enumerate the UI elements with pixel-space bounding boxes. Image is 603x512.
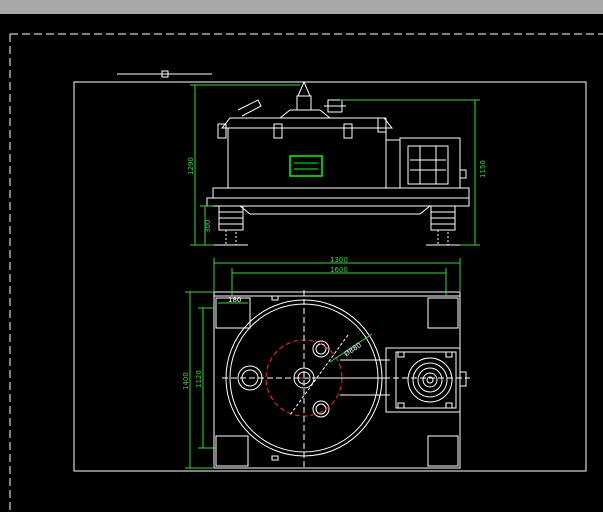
dim-width-outer: 1300 [330,256,348,264]
front-view [206,80,470,246]
dim-side-height: 1150 [479,160,487,178]
dim-radius: Ø880 [343,341,363,358]
dim-base-height: 300 [204,220,212,233]
plan-view [213,291,467,469]
nameplate-icon [289,155,323,177]
dim-overall-height: 1290 [187,157,195,175]
dim-height-inner: 1120 [195,370,203,388]
dim-height-outer: 1400 [182,372,190,390]
titlebar [0,0,603,14]
dim-width-inner: 1600 [330,266,348,274]
dim-corner: 180 [228,296,241,304]
drawing-canvas[interactable]: 1290 300 1150 1300 1600 1400 1120 180 Ø8… [0,14,603,512]
scale-bar [117,70,212,78]
